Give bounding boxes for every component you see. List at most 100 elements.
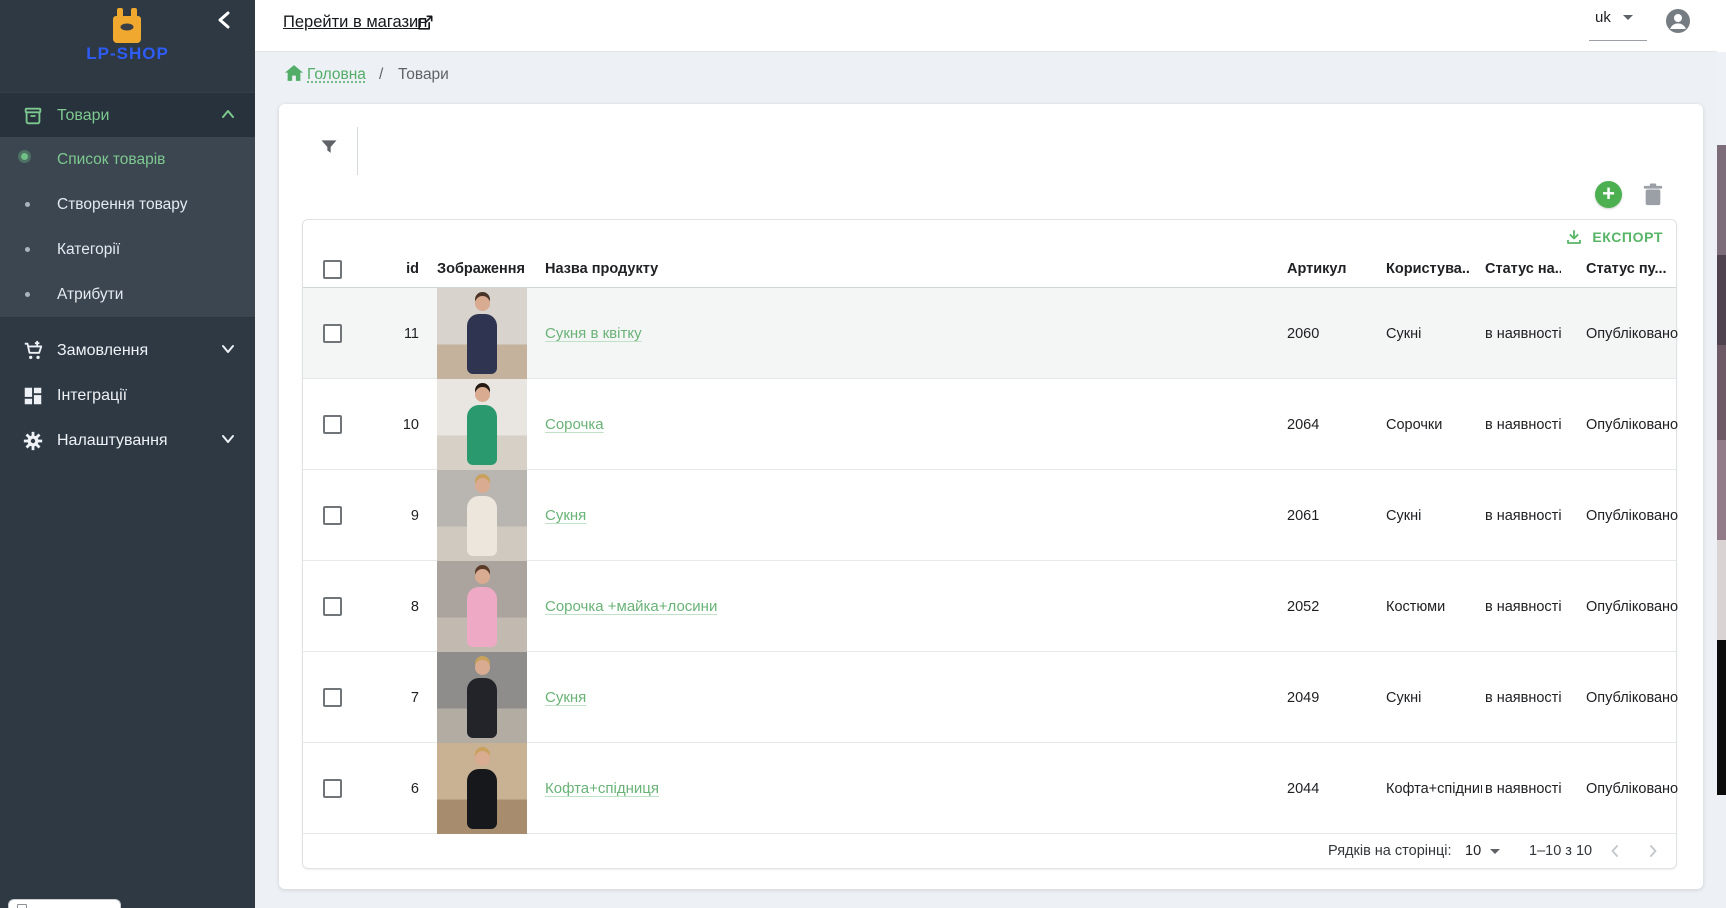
product-name-link[interactable]: Сукня в квітку <box>545 325 642 342</box>
cell-category: Сукні <box>1386 508 1421 524</box>
export-button[interactable]: ЕКСПОРТ <box>1592 229 1663 245</box>
cell-id: 6 <box>369 781 419 797</box>
product-name-link[interactable]: Кофта+спідниця <box>545 780 659 797</box>
sidebar-group-products[interactable]: Товари <box>0 92 255 137</box>
active-bullet-icon <box>21 153 28 160</box>
select-all-checkbox[interactable] <box>323 260 342 279</box>
cell-published: Опубліковано <box>1586 417 1678 433</box>
sidebar-item-integrations-label: Інтеграції <box>57 373 127 418</box>
right-edge-content-sliver <box>1717 0 1726 908</box>
sidebar-group-orders[interactable]: Замовлення <box>0 328 255 373</box>
sidebar-group-settings-label: Налаштування <box>57 418 168 463</box>
column-header-id[interactable]: id <box>369 261 419 277</box>
product-name-link[interactable]: Сорочка <box>545 416 604 433</box>
figure-dress <box>467 587 497 647</box>
product-name-link[interactable]: Сукня <box>545 689 586 706</box>
filter-divider <box>357 127 358 175</box>
delete-trash-icon[interactable] <box>1642 183 1664 207</box>
sidebar-item-create-product[interactable]: Створення товару <box>0 182 255 227</box>
column-header-name[interactable]: Назва продукту <box>545 261 658 277</box>
cell-sku: 2052 <box>1287 599 1319 615</box>
cell-sku: 2061 <box>1287 508 1319 524</box>
row-checkbox[interactable] <box>323 688 342 707</box>
product-image[interactable] <box>437 470 527 561</box>
table-row: 6 Кофта+спідниця 2044 Кофта+спідниця в н… <box>303 743 1676 834</box>
rows-per-page-value: 10 <box>1465 843 1481 859</box>
column-header-sku[interactable]: Артикул <box>1287 261 1347 277</box>
top-bar: Перейти в магазин uk <box>255 0 1726 52</box>
language-select[interactable]: uk <box>1595 9 1651 27</box>
figure-head <box>475 751 490 766</box>
row-checkbox[interactable] <box>323 597 342 616</box>
product-image[interactable] <box>437 561 527 652</box>
pagination: Рядків на сторінці: 10 1–10 з 10 <box>303 834 1676 869</box>
content-card: + ЕКСПОРТ id Зображення Назва продукту А… <box>279 104 1703 889</box>
status-popup <box>8 899 121 908</box>
sidebar-group-products-label: Товари <box>57 93 109 138</box>
sidebar-item-categories[interactable]: Категорії <box>0 227 255 272</box>
rows-per-page-label: Рядків на сторінці: <box>1328 843 1452 859</box>
figure-dress <box>467 769 497 829</box>
cell-stock: в наявності <box>1485 781 1562 797</box>
cell-category: Сукні <box>1386 326 1421 342</box>
cart-plus-icon <box>22 340 44 362</box>
column-header-published[interactable]: Статус пу... <box>1586 261 1666 277</box>
bullet-icon <box>25 202 30 207</box>
sidebar-item-product-list[interactable]: Список товарів <box>0 137 255 182</box>
sidebar-collapse-icon[interactable] <box>213 8 237 32</box>
caret-down-icon <box>1623 15 1633 20</box>
previous-page-icon[interactable] <box>1605 841 1625 861</box>
row-checkbox[interactable] <box>323 415 342 434</box>
cell-id: 7 <box>369 690 419 706</box>
sidebar-submenu-products: Список товарів Створення товару Категорі… <box>0 137 255 318</box>
cell-stock: в наявності <box>1485 599 1562 615</box>
add-product-button[interactable]: + <box>1595 181 1622 208</box>
figure-head <box>475 660 490 675</box>
cell-stock: в наявності <box>1485 508 1562 524</box>
cell-stock: в наявності <box>1485 417 1562 433</box>
table-row: 7 Сукня 2049 Сукні в наявності Опубліков… <box>303 652 1676 743</box>
products-table-card: ЕКСПОРТ id Зображення Назва продукту Арт… <box>302 219 1677 869</box>
sidebar-item-attributes[interactable]: Атрибути <box>0 272 255 317</box>
cell-category: Сорочки <box>1386 417 1442 433</box>
go-to-shop-link[interactable]: Перейти в магазин <box>283 13 427 32</box>
sidebar-group-orders-label: Замовлення <box>57 328 148 373</box>
shop-bag-logo-icon <box>108 6 146 46</box>
sidebar-item-integrations[interactable]: Інтеграції <box>0 373 255 418</box>
products-box-icon <box>22 105 44 127</box>
row-checkbox[interactable] <box>323 324 342 343</box>
row-checkbox[interactable] <box>323 779 342 798</box>
figure-dress <box>467 405 497 465</box>
column-header-stock[interactable]: Статус на... <box>1485 261 1561 277</box>
language-value: uk <box>1595 9 1611 26</box>
chevron-down-icon <box>221 344 235 354</box>
product-image[interactable] <box>437 743 527 834</box>
column-header-image[interactable]: Зображення <box>437 261 525 277</box>
user-avatar-icon[interactable] <box>1665 8 1691 34</box>
cell-stock: в наявності <box>1485 326 1562 342</box>
cell-published: Опубліковано <box>1586 690 1678 706</box>
chevron-up-icon <box>221 109 235 119</box>
cell-published: Опубліковано <box>1586 326 1678 342</box>
sidebar-group-settings[interactable]: Налаштування <box>0 418 255 463</box>
integrations-widgets-icon <box>22 385 44 407</box>
home-icon[interactable] <box>285 65 303 81</box>
row-checkbox[interactable] <box>323 506 342 525</box>
download-icon[interactable] <box>1565 228 1583 246</box>
column-header-category[interactable]: Користува... <box>1386 261 1470 277</box>
cell-published: Опубліковано <box>1586 599 1678 615</box>
product-name-link[interactable]: Сорочка +майка+лосини <box>545 598 717 615</box>
breadcrumb-home-link[interactable]: Головна <box>307 66 366 84</box>
table-row: 10 Сорочка 2064 Сорочки в наявності Опуб… <box>303 379 1676 470</box>
product-image[interactable] <box>437 652 527 743</box>
product-image[interactable] <box>437 288 527 379</box>
cell-published: Опубліковано <box>1586 781 1678 797</box>
product-name-link[interactable]: Сукня <box>545 507 586 524</box>
next-page-icon[interactable] <box>1643 841 1663 861</box>
cell-published: Опубліковано <box>1586 508 1678 524</box>
filter-funnel-icon[interactable] <box>319 137 339 157</box>
cell-sku: 2049 <box>1287 690 1319 706</box>
external-link-icon[interactable] <box>415 13 435 33</box>
product-image[interactable] <box>437 379 527 470</box>
rows-per-page-select[interactable]: 10 <box>1465 843 1500 859</box>
